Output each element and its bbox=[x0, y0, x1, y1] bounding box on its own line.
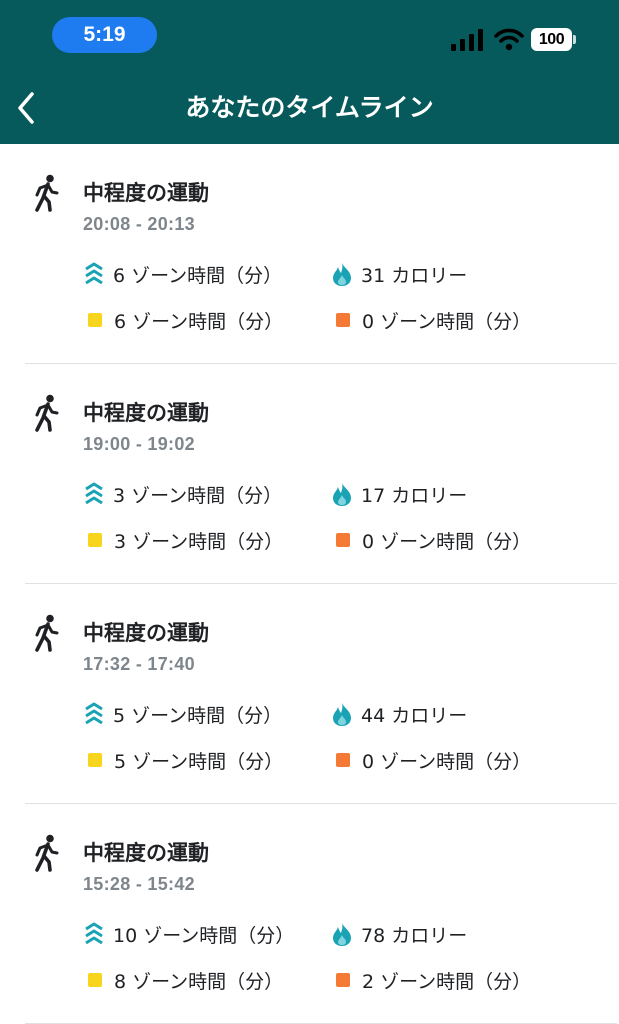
fat-burn-zone: 8 ゾーン時間（分） bbox=[83, 967, 283, 993]
fat-burn-swatch-icon bbox=[88, 533, 102, 547]
zone-minutes-icon bbox=[85, 922, 103, 945]
calories-value: 44 カロリー bbox=[361, 704, 468, 727]
fat-burn-zone: 6 ゾーン時間（分） bbox=[83, 307, 283, 333]
fat-burn-swatch-icon bbox=[88, 753, 102, 767]
calories-value: 31 カロリー bbox=[361, 264, 468, 287]
walking-icon bbox=[35, 394, 59, 432]
peak-value: 0 ゾーン時間（分） bbox=[362, 310, 532, 333]
activity-title: 中程度の運動 bbox=[83, 621, 209, 645]
calories-value: 17 カロリー bbox=[361, 484, 468, 507]
page-title: あなたのタイムライン bbox=[185, 93, 434, 122]
fat-burn-swatch-icon bbox=[88, 313, 102, 327]
activity-time: 20:08 - 20:13 bbox=[83, 214, 195, 234]
timeline-entry[interactable]: 中程度の運動 19:00 - 19:02 3 ゾーン時間（分） 17 カロリー … bbox=[25, 364, 617, 584]
fat-burn-value: 6 ゾーン時間（分） bbox=[114, 310, 284, 333]
azm-value: 10 ゾーン時間（分） bbox=[113, 924, 295, 947]
calories: 44 カロリー bbox=[331, 701, 467, 727]
calories-value: 78 カロリー bbox=[361, 924, 468, 947]
active-zone-minutes: 6 ゾーン時間（分） bbox=[83, 261, 282, 287]
peak-swatch-icon bbox=[336, 973, 350, 987]
peak-swatch-icon bbox=[336, 753, 350, 767]
fat-burn-value: 3 ゾーン時間（分） bbox=[114, 530, 284, 553]
battery-icon: 100 bbox=[531, 28, 577, 51]
wifi-icon bbox=[494, 28, 524, 51]
flame-icon bbox=[333, 263, 351, 286]
activity-time: 19:00 - 19:02 bbox=[83, 434, 195, 454]
active-zone-minutes: 5 ゾーン時間（分） bbox=[83, 701, 282, 727]
peak-value: 2 ゾーン時間（分） bbox=[362, 970, 532, 993]
activity-title: 中程度の運動 bbox=[83, 401, 209, 425]
timeline-list: 中程度の運動 20:08 - 20:13 6 ゾーン時間（分） 31 カロリー … bbox=[0, 144, 619, 1024]
peak-swatch-icon bbox=[336, 533, 350, 547]
azm-value: 5 ゾーン時間（分） bbox=[113, 704, 283, 727]
peak-value: 0 ゾーン時間（分） bbox=[362, 750, 532, 773]
fat-burn-value: 8 ゾーン時間（分） bbox=[114, 970, 284, 993]
signal-icon bbox=[451, 29, 483, 51]
fat-burn-value: 5 ゾーン時間（分） bbox=[114, 750, 284, 773]
status-bar: 5:19 100 bbox=[0, 0, 619, 68]
peak-zone: 0 ゾーン時間（分） bbox=[331, 527, 531, 553]
timeline-entry[interactable]: 中程度の運動 15:28 - 15:42 10 ゾーン時間（分） 78 カロリー… bbox=[25, 804, 617, 1024]
walking-icon bbox=[35, 174, 59, 212]
zone-minutes-icon bbox=[85, 702, 103, 725]
active-zone-minutes: 10 ゾーン時間（分） bbox=[83, 921, 294, 947]
peak-zone: 0 ゾーン時間（分） bbox=[331, 307, 531, 333]
activity-time: 15:28 - 15:42 bbox=[83, 874, 195, 894]
peak-zone: 2 ゾーン時間（分） bbox=[331, 967, 531, 993]
activity-time: 17:32 - 17:40 bbox=[83, 654, 195, 674]
peak-swatch-icon bbox=[336, 313, 350, 327]
fat-burn-swatch-icon bbox=[88, 973, 102, 987]
flame-icon bbox=[333, 923, 351, 946]
app-header: 5:19 100 あなたのタイムライン bbox=[0, 0, 619, 144]
activity-title: 中程度の運動 bbox=[83, 841, 209, 865]
walking-icon bbox=[35, 834, 59, 872]
peak-value: 0 ゾーン時間（分） bbox=[362, 530, 532, 553]
peak-zone: 0 ゾーン時間（分） bbox=[331, 747, 531, 773]
calories: 78 カロリー bbox=[331, 921, 467, 947]
walking-icon bbox=[35, 614, 59, 652]
azm-value: 6 ゾーン時間（分） bbox=[113, 264, 283, 287]
activity-title: 中程度の運動 bbox=[83, 181, 209, 205]
calories: 17 カロリー bbox=[331, 481, 467, 507]
timeline-entry[interactable]: 中程度の運動 20:08 - 20:13 6 ゾーン時間（分） 31 カロリー … bbox=[25, 144, 617, 364]
flame-icon bbox=[333, 483, 351, 506]
flame-icon bbox=[333, 703, 351, 726]
fat-burn-zone: 5 ゾーン時間（分） bbox=[83, 747, 283, 773]
fat-burn-zone: 3 ゾーン時間（分） bbox=[83, 527, 283, 553]
zone-minutes-icon bbox=[85, 262, 103, 285]
timeline-entry[interactable]: 中程度の運動 17:32 - 17:40 5 ゾーン時間（分） 44 カロリー … bbox=[25, 584, 617, 804]
status-time[interactable]: 5:19 bbox=[52, 17, 157, 53]
zone-minutes-icon bbox=[85, 482, 103, 505]
calories: 31 カロリー bbox=[331, 261, 467, 287]
active-zone-minutes: 3 ゾーン時間（分） bbox=[83, 481, 282, 507]
azm-value: 3 ゾーン時間（分） bbox=[113, 484, 283, 507]
battery-level: 100 bbox=[538, 30, 565, 48]
